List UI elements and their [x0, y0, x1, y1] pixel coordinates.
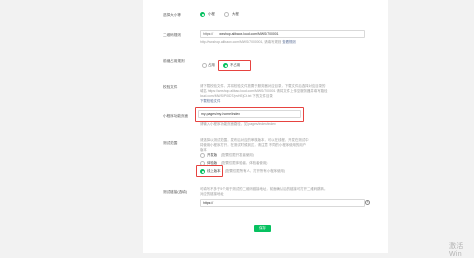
prefix-match-not-occupy-radio[interactable] [223, 63, 228, 68]
verify-file-desc-3: loud.com/MWS/P0IDT/pvHEjCt.txt 下的文件目录 [200, 94, 273, 98]
test-link-label: 测试链接(选填) [163, 190, 187, 194]
size-option-small-radio[interactable] [200, 12, 205, 17]
size-option-large-radio[interactable] [224, 12, 229, 17]
mini-page-label: 小程序功能页面 [163, 114, 189, 118]
os-activation-watermark: 激活 Win [449, 243, 464, 258]
qr-rule-label: 二维码规则 [163, 33, 181, 37]
scope-dev-desc: (配置仅限开发者使用) [221, 153, 254, 157]
qr-rule-prefix: https:// [203, 32, 214, 36]
prefix-match-not-occupy-label[interactable]: 不占用 [230, 63, 240, 67]
verify-file-label: 校验文件 [163, 85, 178, 89]
clear-icon[interactable]: × [365, 200, 370, 205]
test-scope-label: 测试范围 [163, 141, 178, 145]
mini-page-input[interactable]: my-pages/my-home/index [198, 110, 301, 118]
qr-rule-hint-link[interactable]: 查看规则 [282, 40, 296, 44]
scope-online-radio[interactable] [200, 169, 205, 174]
test-link-desc-1: 可填写不多于5个用于测试的二维码链接地址，前面确认后的链接可打开二维码跳转。 [200, 187, 328, 191]
test-link-value: https:// [203, 201, 214, 205]
size-option-small-label[interactable]: 小程 [208, 12, 215, 16]
test-scope-desc-1: 请选择以测试范围，发布后对应的审核版本，可以在线程，开发在测试中 [200, 138, 309, 142]
scope-dev-name[interactable]: 开发版 [207, 153, 217, 157]
scope-dev-radio[interactable] [200, 153, 205, 158]
save-button[interactable]: 保存 [254, 225, 271, 232]
verify-file-desc-2: 域名 https://wxshop.alibao.loud.com/MWS/70… [200, 89, 328, 93]
scope-online-desc: (配置仅限所有人，打开所有小程序使用) [225, 169, 285, 173]
test-link-input[interactable]: https:// [200, 199, 365, 207]
qr-rule-input[interactable]: https:// wxshop.alibaox.loud.com/MWS/7000… [200, 30, 365, 38]
test-scope-desc-2: 将使用小程序打开，在测试时候到达，请注意 不同的小程序使用的用户 [200, 143, 307, 147]
prefix-match-occupy-radio[interactable] [202, 63, 207, 68]
mini-page-value: my-pages/my-home/index [201, 112, 241, 116]
size-option-large-label[interactable]: 大程 [232, 12, 239, 16]
mini-page-hint: 请输入小程序功能页面路径，如 pages/index/index [200, 122, 276, 126]
prefix-match-label: 前缀占用规则 [163, 59, 185, 63]
test-scope-desc-3: 版本 [200, 148, 207, 152]
qr-rule-hint: http://wxshop.alibaox.com/MWS/7000001, 请… [200, 40, 296, 44]
scope-trial-desc: (配置仅限体验者，体验者使用) [221, 161, 268, 165]
prefix-match-occupy-label[interactable]: 占用 [208, 63, 215, 67]
verify-file-desc-1: 请下载校验文件，并将校验文件放置于服务器对应目录，下载文件后选择对应目录的 [200, 84, 326, 88]
size-label: 选择大小等 [163, 13, 181, 17]
qr-rule-value: wxshop.alibaox.loud.com/MWS/700001 [219, 32, 279, 36]
download-verify-file-link[interactable]: 下载校验文件 [200, 99, 220, 103]
test-link-desc-2: 对应的链接地址 [200, 192, 224, 196]
scope-online-name[interactable]: 线上版本 [207, 169, 221, 173]
